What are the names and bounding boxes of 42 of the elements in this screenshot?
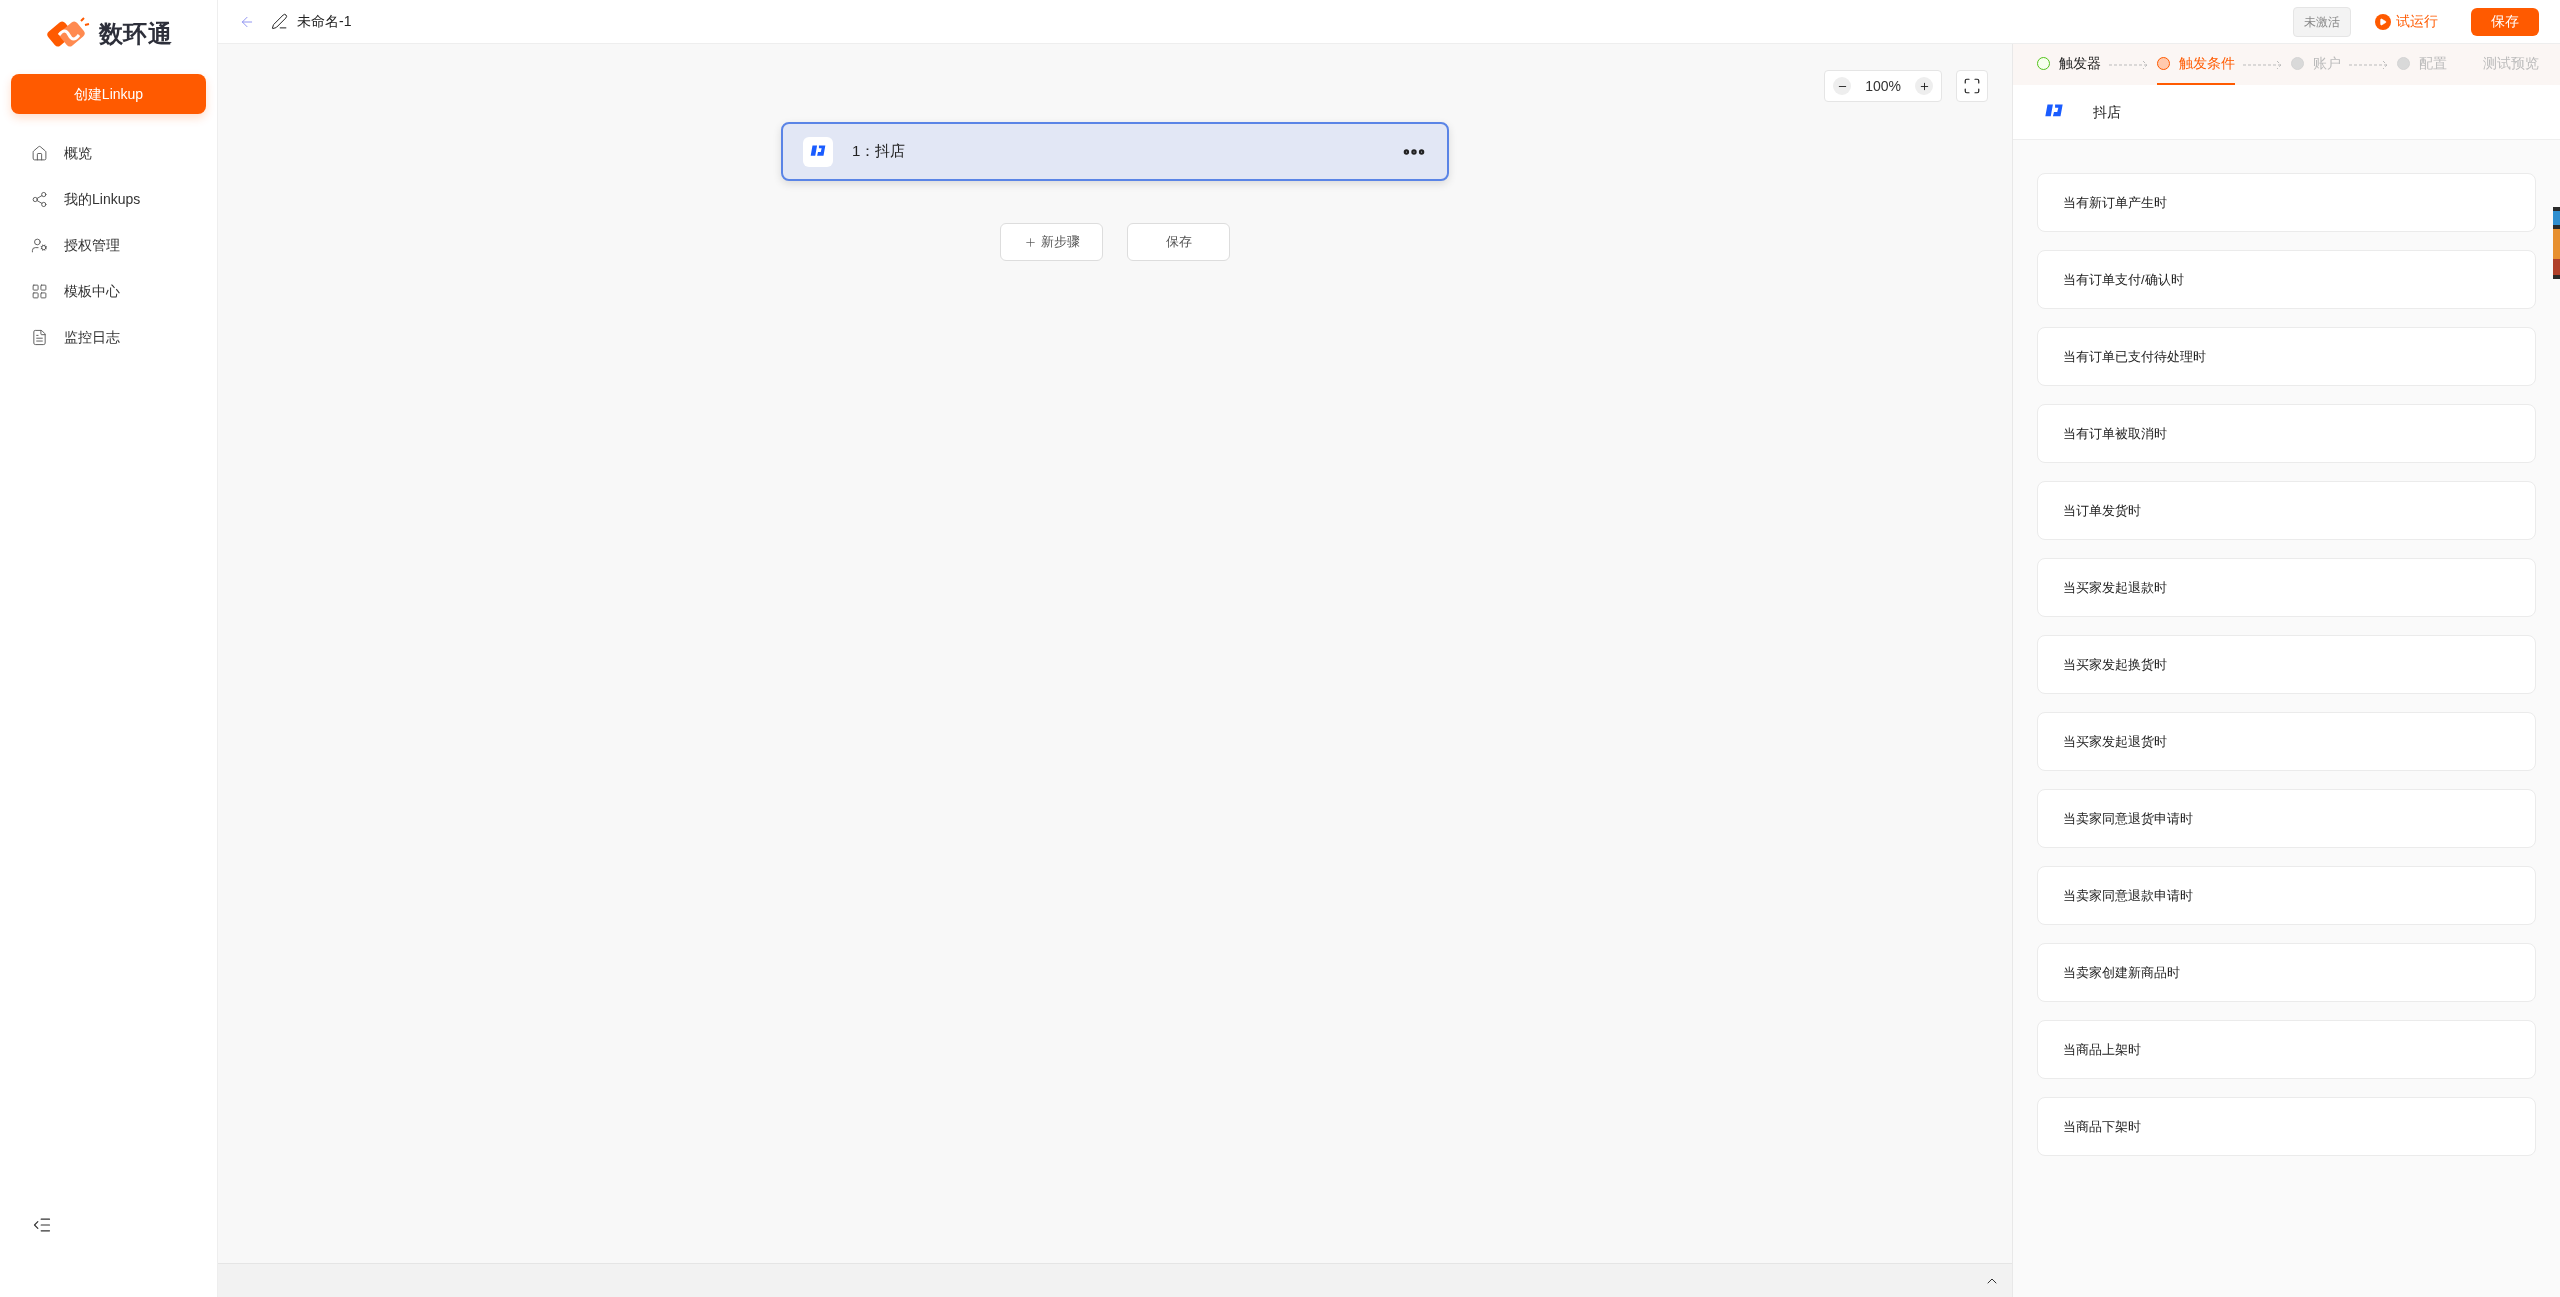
trigger-option[interactable]: 当买家发起退款时: [2037, 558, 2536, 617]
plus-icon: [1023, 235, 1037, 249]
trigger-option[interactable]: 当有订单被取消时: [2037, 404, 2536, 463]
dashed-arrow-icon: [2349, 59, 2389, 70]
brand-name: 数环通: [98, 19, 173, 49]
document-icon: [31, 328, 48, 346]
node-label: 1：抖店: [852, 141, 906, 162]
app-name: 抖店: [2093, 102, 2121, 122]
zoom-in-button[interactable]: [1915, 77, 1933, 95]
trigger-option[interactable]: 当商品上架时: [2037, 1020, 2536, 1079]
nav-item[interactable]: 授权管理: [0, 222, 217, 268]
trigger-option[interactable]: 当卖家同意退款申请时: [2037, 866, 2536, 925]
zoom-level: 100%: [1864, 76, 1902, 96]
flow-node[interactable]: 1：抖店: [781, 122, 1449, 181]
trigger-option[interactable]: 当有订单支付/确认时: [2037, 250, 2536, 309]
nav-item[interactable]: 概览: [0, 130, 217, 176]
trigger-option[interactable]: 当订单发货时: [2037, 481, 2536, 540]
canvas-save-button[interactable]: 保存: [1127, 223, 1230, 261]
pencil-icon[interactable]: [271, 13, 288, 30]
dashed-arrow-icon: [2243, 59, 2283, 70]
plus-icon: [1918, 80, 1930, 92]
fullscreen-button[interactable]: [1956, 70, 1988, 102]
trigger-option[interactable]: 当买家发起换货时: [2037, 635, 2536, 694]
workflow-title[interactable]: 未命名-1: [297, 11, 352, 32]
home-icon: [31, 144, 48, 162]
share-nodes-icon: [31, 190, 48, 208]
step-tab[interactable]: 触发器: [2037, 44, 2101, 85]
grid-icon: [31, 282, 48, 300]
trigger-option[interactable]: 当买家发起退货时: [2037, 712, 2536, 771]
status-badge: 未激活: [2293, 6, 2351, 37]
play-icon: [2375, 13, 2391, 30]
trigger-option[interactable]: 当商品下架时: [2037, 1097, 2536, 1156]
fullscreen-icon: [1963, 77, 1981, 95]
trigger-option[interactable]: 当卖家同意退货申请时: [2037, 789, 2536, 848]
nav-item[interactable]: 我的Linkups: [0, 176, 217, 222]
dashed-arrow-icon: [2109, 59, 2149, 70]
nav-item[interactable]: 监控日志: [0, 314, 217, 360]
new-step-button[interactable]: 新步骤: [1000, 223, 1103, 261]
trigger-option[interactable]: 当有新订单产生时: [2037, 173, 2536, 232]
nav-item[interactable]: 模板中心: [0, 268, 217, 314]
trigger-option[interactable]: 当有订单已支付待处理时: [2037, 327, 2536, 386]
trigger-option[interactable]: 当卖家创建新商品时: [2037, 943, 2536, 1002]
